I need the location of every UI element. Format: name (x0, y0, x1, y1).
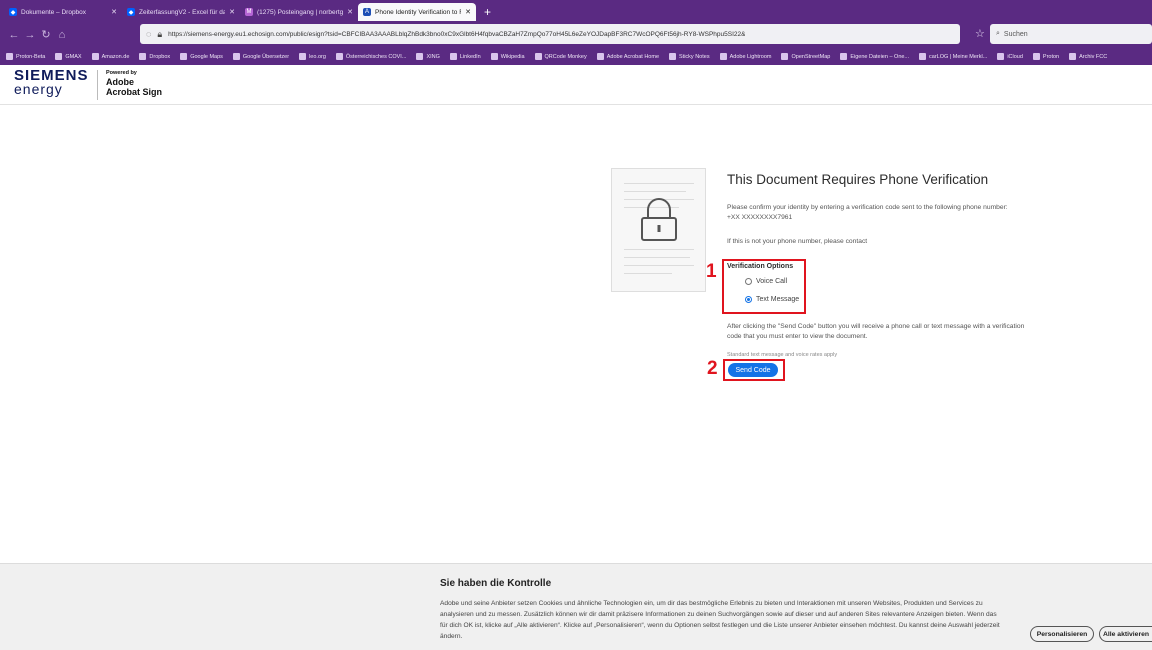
bookmark-icon (534, 53, 542, 60)
browser-nav-bar: ← → ↻ ⌂ ◌ 🔒︎ https://siemens-energy.eu1.… (0, 21, 1152, 48)
cookie-banner: Sie haben die Kontrolle Adobe und seine … (0, 563, 1152, 650)
energy-logo-text: energy (14, 81, 63, 97)
bookmark-icon (416, 53, 424, 60)
bookmark-item[interactable]: Wikipedia (490, 53, 525, 60)
tab-label: ZeiterfassungV2 - Excel für das (139, 8, 226, 16)
bookmark-icon (719, 53, 727, 60)
header-divider (97, 70, 98, 100)
annotation-box-2 (723, 359, 785, 381)
bookmark-item[interactable]: GMAX (55, 53, 82, 60)
bookmark-item[interactable]: Proton-Beta (6, 53, 45, 60)
bookmark-item[interactable]: QRCode Monkey (534, 53, 587, 60)
page-header: SIEMENS energy Powered by Adobe Acrobat … (0, 65, 1152, 105)
bookmark-icon (6, 53, 13, 60)
bookmark-item[interactable]: leo.org (299, 53, 326, 60)
bookmark-star-icon[interactable]: ☆ (975, 27, 985, 40)
annotation-number-1: 1 (706, 261, 717, 282)
padlock-icon (641, 198, 677, 241)
cookie-banner-text: Adobe und seine Anbieter setzen Cookies … (440, 600, 1000, 640)
bookmark-icon (55, 53, 63, 60)
send-code-info-text: After clicking the "Send Code" button yo… (727, 323, 1025, 340)
rates-text: Standard text message and voice rates ap… (727, 352, 838, 358)
annotation-box-1 (722, 259, 806, 314)
bookmark-item[interactable]: Sticky Notes (669, 53, 710, 60)
bookmark-icon (997, 53, 1005, 60)
close-icon[interactable]: ✕ (347, 8, 353, 16)
bookmarks-bar: Proton-Beta GMAX Amazon.de Dropbox Googl… (0, 48, 1152, 65)
accept-all-button[interactable]: Alle aktivieren (1099, 626, 1152, 642)
browser-tab-mail[interactable]: M (1275) Posteingang | norbertgo ✕ (240, 3, 358, 21)
bookmark-item[interactable]: Eigene Dateien – One... (840, 53, 909, 60)
personalize-button[interactable]: Personalisieren (1030, 626, 1094, 642)
shield-icon: ◌ (146, 29, 152, 39)
lock-icon: 🔒︎ (157, 28, 163, 39)
mail-icon: M (245, 8, 253, 16)
bookmark-item[interactable]: Dropbox (139, 53, 170, 60)
bookmark-icon (669, 53, 677, 60)
bookmark-icon (449, 53, 457, 60)
tab-label: Phone Identity Verification to R (375, 8, 462, 16)
bookmark-icon (840, 53, 848, 60)
bookmark-icon (919, 53, 927, 60)
bookmark-icon (781, 53, 789, 60)
close-icon[interactable]: ✕ (229, 8, 235, 16)
bookmark-item[interactable]: Archiv FCC (1069, 53, 1107, 60)
browser-tab-dropbox[interactable]: ◆ Dokumente – Dropbox ✕ (4, 3, 122, 21)
dropbox-icon: ◆ (9, 8, 17, 16)
bookmark-icon (299, 53, 307, 60)
close-icon[interactable]: ✕ (111, 8, 117, 16)
bookmark-item[interactable]: Adobe Lightroom (719, 53, 771, 60)
search-input[interactable]: ⌕ Suchen (990, 24, 1152, 44)
bookmark-item[interactable]: Google Maps (180, 53, 223, 60)
bookmark-icon (139, 53, 147, 60)
browser-tab-excel[interactable]: ◆ ZeiterfassungV2 - Excel für das ✕ (122, 3, 240, 21)
browser-tab-verification[interactable]: A Phone Identity Verification to R ✕ (358, 3, 476, 21)
close-icon[interactable]: ✕ (465, 8, 471, 16)
acrobat-sign-icon: A (363, 8, 371, 16)
bookmark-icon (180, 53, 188, 60)
search-icon: ⌕ (996, 30, 1000, 37)
bookmark-item[interactable]: carLOG | Meine Merkl... (919, 53, 987, 60)
bookmark-icon (91, 53, 99, 60)
bookmark-item[interactable]: Proton (1032, 53, 1059, 60)
url-bar[interactable]: ◌ 🔒︎ https://siemens-energy.eu1.echosign… (140, 24, 960, 44)
bookmark-icon (596, 53, 604, 60)
search-placeholder: Suchen (1003, 30, 1028, 38)
bookmark-item[interactable]: XING (416, 53, 440, 60)
bookmark-icon (232, 53, 240, 60)
bookmark-item[interactable]: Amazon.de (91, 53, 129, 60)
url-text: https://siemens-energy.eu1.echosign.com/… (168, 30, 746, 38)
dropbox-icon: ◆ (127, 8, 135, 16)
powered-by-label: Powered by (106, 70, 137, 76)
browser-tab-bar: ◆ Dokumente – Dropbox ✕ ◆ ZeiterfassungV… (0, 0, 1152, 21)
cookie-banner-title: Sie haben die Kontrolle (440, 578, 552, 589)
verification-intro-text: Please confirm your identity by entering… (727, 204, 1008, 221)
contact-text: If this is not your phone number, please… (727, 238, 868, 245)
bookmark-item[interactable]: Adobe Acrobat Home (596, 53, 659, 60)
tab-label: Dokumente – Dropbox (21, 8, 87, 16)
annotation-number-2: 2 (707, 358, 718, 379)
bookmark-item[interactable]: LinkedIn (449, 53, 481, 60)
bookmark-item[interactable]: Österreichisches COVI... (335, 53, 406, 60)
home-icon[interactable]: ⌂ (54, 29, 70, 41)
back-arrow-icon[interactable]: ← (6, 29, 22, 41)
adobe-label: Adobe (106, 77, 134, 87)
bookmark-item[interactable]: OpenStreetMap (781, 53, 830, 60)
locked-document-icon (611, 168, 706, 292)
bookmark-icon (490, 53, 498, 60)
bookmark-item[interactable]: Google Übersetzer (232, 53, 289, 60)
new-tab-button[interactable]: + (476, 3, 499, 21)
reload-icon[interactable]: ↻ (38, 28, 54, 41)
tab-label: (1275) Posteingang | norbertgo (257, 8, 344, 16)
acrobat-sign-label: Acrobat Sign (106, 87, 163, 97)
forward-arrow-icon[interactable]: → (22, 29, 38, 41)
bookmark-icon (335, 53, 343, 60)
bookmark-item[interactable]: iCloud (997, 53, 1023, 60)
bookmark-icon (1032, 53, 1040, 60)
bookmark-icon (1069, 53, 1077, 60)
page-title: This Document Requires Phone Verificatio… (727, 172, 989, 187)
